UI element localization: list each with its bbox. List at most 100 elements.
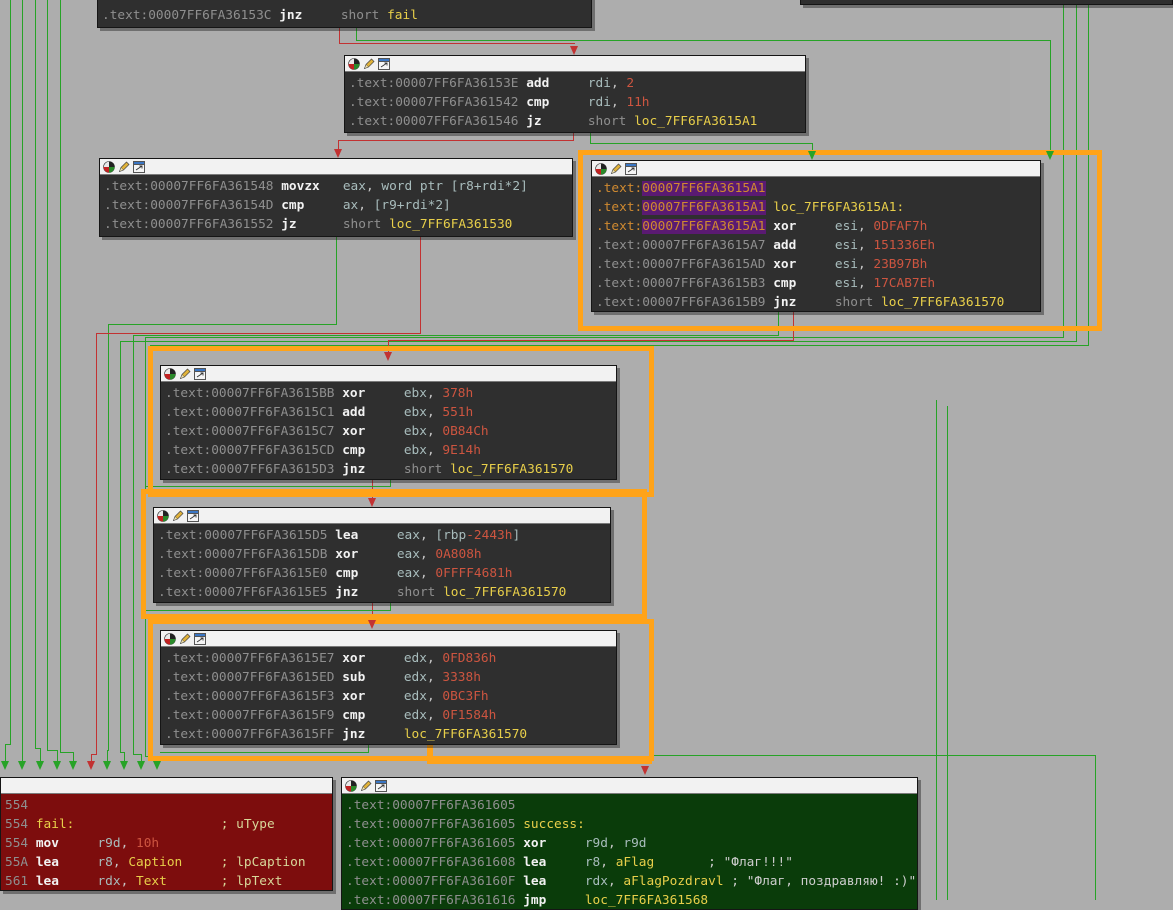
asm-token-pln: , [608, 836, 623, 851]
asm-token-addr: .text:00007FF6FA3615AD [596, 257, 773, 272]
node-title-bar[interactable] [1, 778, 332, 794]
asm-line[interactable]: 554 [5, 796, 332, 815]
graph-edge [141, 754, 142, 761]
asm-token-hl: 00007FF6FA3615A1 [642, 181, 765, 196]
asm-token-mnem: cmp [773, 276, 835, 291]
graph-edge [60, 0, 61, 753]
asm-line[interactable]: .text:00007FF6FA3615B3 cmp esi, 17CAB7Eh [596, 274, 1040, 293]
node-edit-icon[interactable] [363, 58, 375, 70]
asm-line[interactable]: .text:00007FF6FA3615E0 cmp eax, 0FFFF468… [158, 564, 610, 583]
asm-line[interactable]: .text:00007FF6FA3615F9 cmp edx, 0F1584h [165, 706, 616, 725]
asm-line[interactable]: .text:00007FF6FA361552 jz short loc_7FF6… [104, 215, 572, 234]
asm-line[interactable]: 561 lea rdx, Text ; lpText [5, 872, 332, 891]
asm-line[interactable]: .text:00007FF6FA3615A1 [596, 179, 1040, 198]
asm-line[interactable]: 554 fail: ; uType [5, 815, 332, 834]
asm-token-reg: r8 [585, 855, 600, 870]
asm-line[interactable]: .text:00007FF6FA3615CD cmp ebx, 9E14h [165, 441, 616, 460]
asm-line[interactable]: .text:00007FF6FA36153E add rdi, 2 [349, 74, 805, 93]
asm-token-addr: .text:00007FF6FA361546 [349, 114, 526, 129]
asm-line[interactable]: .text:00007FF6FA3615ED sub edx, 3338h [165, 668, 616, 687]
asm-line[interactable]: .text:00007FF6FA361605 [346, 796, 917, 815]
asm-line[interactable]: .text:00007FF6FA3615D3 jnz short loc_7FF… [165, 460, 616, 479]
basic-block-15D5[interactable]: .text:00007FF6FA3615D5 lea eax, [rbp-244… [153, 507, 611, 603]
node-edit-icon[interactable] [118, 161, 130, 173]
asm-line[interactable]: .text:00007FF6FA3615A1 xor esi, 0DFAF7h [596, 217, 1040, 236]
graph-edge [57, 750, 58, 761]
basic-block-success[interactable]: .text:00007FF6FA361605.text:00007FF6FA36… [341, 777, 918, 910]
node-open-window-icon[interactable] [375, 780, 387, 792]
asm-token-cmt: ; lpText [221, 874, 283, 889]
asm-line[interactable]: .text:00007FF6FA361608 lea r8, aFlag ; "… [346, 853, 917, 872]
node-open-window-icon[interactable] [625, 163, 637, 175]
asm-line[interactable]: .text:00007FF6FA361616 jmp loc_7FF6FA361… [346, 891, 917, 910]
node-edit-icon[interactable] [610, 163, 622, 175]
asm-line[interactable]: .text:00007FF6FA361546 jz short loc_7FF6… [349, 112, 805, 131]
node-edit-icon[interactable] [179, 368, 191, 380]
asm-line[interactable]: .text:00007FF6FA3615D5 lea eax, [rbp-244… [158, 526, 610, 545]
node-open-window-icon[interactable] [133, 161, 145, 173]
edge-arrowhead [53, 761, 61, 770]
basic-block-153E[interactable]: .text:00007FF6FA36153E add rdi, 2.text:0… [344, 55, 806, 133]
node-title-bar[interactable] [161, 631, 616, 647]
node-title-bar[interactable] [592, 161, 1040, 177]
basic-block-1548[interactable]: .text:00007FF6FA361548 movzx eax, word p… [99, 158, 573, 237]
asm-token-num: 0FFFF4681h [435, 566, 512, 581]
edge-arrowhead [1, 761, 9, 770]
node-color-icon[interactable] [157, 510, 169, 522]
asm-line[interactable]: .text:00007FF6FA361605 xor r9d, r9d [346, 834, 917, 853]
asm-line[interactable]: .text:00007FF6FA3615BB xor ebx, 378h [165, 384, 616, 403]
asm-line[interactable]: .text:00007FF6FA361548 movzx eax, word p… [104, 177, 572, 196]
node-color-icon[interactable] [103, 161, 115, 173]
node-open-window-icon[interactable] [378, 58, 390, 70]
node-edit-icon[interactable] [172, 510, 184, 522]
node-title-bar[interactable] [100, 159, 572, 175]
asm-token-reg: ] [512, 528, 520, 543]
node-color-icon[interactable] [345, 780, 357, 792]
node-open-window-icon[interactable] [194, 368, 206, 380]
asm-line[interactable]: .text:00007FF6FA36153C jnz short fail [102, 6, 591, 25]
asm-line[interactable]: .text:00007FF6FA3615AD xor esi, 23B97Bh [596, 255, 1040, 274]
asm-line[interactable]: .text:00007FF6FA361542 cmp rdi, 11h [349, 93, 805, 112]
asm-line[interactable]: .text:00007FF6FA3615DB xor eax, 0A808h [158, 545, 610, 564]
asm-line[interactable]: .text:00007FF6FA3615A7 add esi, 151336Eh [596, 236, 1040, 255]
asm-line[interactable]: .text:00007FF6FA3615B9 jnz short loc_7FF… [596, 293, 1040, 312]
node-open-window-icon[interactable] [194, 633, 206, 645]
asm-line[interactable]: .text:00007FF6FA3615A1 loc_7FF6FA3615A1: [596, 198, 1040, 217]
edge-arrowhead [69, 761, 77, 770]
node-color-icon[interactable] [164, 368, 176, 380]
asm-line[interactable]: .text:00007FF6FA3615E7 xor edx, 0FD836h [165, 649, 616, 668]
asm-line[interactable]: .text:00007FF6FA3615C1 add ebx, 551h [165, 403, 616, 422]
node-title-bar[interactable] [161, 366, 616, 382]
basic-block-fail[interactable]: 554554 fail: ; uType554 mov r9d, 10h55A … [0, 777, 333, 891]
asm-token-kw: short [343, 217, 389, 232]
asm-line[interactable]: .text:00007FF6FA361605 success: [346, 815, 917, 834]
node-title-bar[interactable] [345, 56, 805, 72]
node-color-icon[interactable] [348, 58, 360, 70]
asm-token-addr: .text:00007FF6FA3615B3 [596, 276, 773, 291]
basic-block-top-right-partial[interactable] [800, 0, 1173, 5]
asm-line[interactable]: .text:00007FF6FA3615C7 xor ebx, 0B84Ch [165, 422, 616, 441]
graph-canvas[interactable]: .text:00007FF6FA36153C jnz short fail .te… [0, 0, 1173, 900]
node-color-icon[interactable] [164, 633, 176, 645]
asm-line[interactable]: .text:00007FF6FA3615F3 xor edx, 0BC3Fh [165, 687, 616, 706]
asm-line[interactable]: .text:00007FF6FA36154D cmp ax, [r9+rdi*2… [104, 196, 572, 215]
node-edit-icon[interactable] [360, 780, 372, 792]
asm-token-kw: short [341, 8, 387, 23]
node-color-icon[interactable] [595, 163, 607, 175]
asm-token-mnem: xor [342, 386, 404, 401]
asm-line[interactable]: .text:00007FF6FA36160F lea rdx, aFlagPoz… [346, 872, 917, 891]
basic-block-15A1[interactable]: .text:00007FF6FA3615A1.text:00007FF6FA36… [591, 160, 1041, 312]
node-open-window-icon[interactable] [187, 510, 199, 522]
node-title-bar[interactable] [342, 778, 917, 794]
basic-block-top-partial[interactable]: .text:00007FF6FA36153C jnz short fail [97, 0, 592, 28]
node-title-bar[interactable] [154, 508, 610, 524]
graph-edge [590, 143, 813, 144]
asm-line[interactable]: 554 mov r9d, 10h [5, 834, 332, 853]
asm-token-reg: eax [397, 547, 420, 562]
asm-line[interactable]: 55A lea r8, Caption ; lpCaption [5, 853, 332, 872]
basic-block-15E7[interactable]: .text:00007FF6FA3615E7 xor edx, 0FD836h.… [160, 630, 617, 745]
asm-line[interactable]: .text:00007FF6FA3615E5 jnz short loc_7FF… [158, 583, 610, 602]
asm-line[interactable]: .text:00007FF6FA3615FF jnz loc_7FF6FA361… [165, 725, 616, 744]
node-edit-icon[interactable] [179, 633, 191, 645]
basic-block-15BB[interactable]: .text:00007FF6FA3615BB xor ebx, 378h.tex… [160, 365, 617, 480]
